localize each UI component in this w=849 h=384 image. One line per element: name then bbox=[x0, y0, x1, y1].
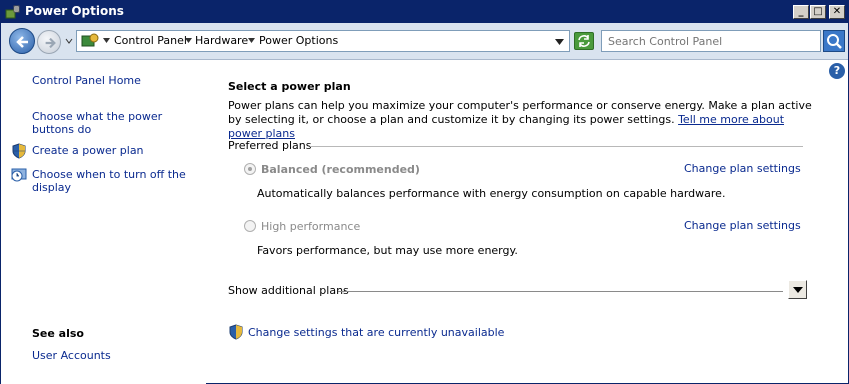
change-plan-settings-link[interactable]: Change plan settings bbox=[684, 162, 801, 175]
power-buttons-link[interactable]: Choose what the power buttons do bbox=[32, 110, 197, 136]
window-title: Power Options bbox=[25, 4, 124, 18]
change-plan-settings-link[interactable]: Change plan settings bbox=[684, 219, 801, 232]
task-pane: Control Panel Home Choose what the power… bbox=[1, 61, 206, 384]
shield-icon bbox=[229, 324, 243, 340]
high-performance-plan-description: Favors performance, but may use more ene… bbox=[257, 244, 518, 257]
control-panel-home-link[interactable]: Control Panel Home bbox=[32, 74, 197, 87]
show-additional-plans-label[interactable]: Show additional plans bbox=[228, 284, 349, 297]
high-performance-plan-name: High performance bbox=[261, 220, 361, 233]
address-dropdown-icon[interactable] bbox=[555, 38, 564, 46]
control-panel-icon bbox=[81, 33, 99, 47]
breadcrumb-arrow-icon[interactable] bbox=[248, 37, 255, 44]
breadcrumb-hardware[interactable]: Hardware bbox=[195, 34, 248, 47]
create-power-plan-link[interactable]: Create a power plan bbox=[32, 144, 197, 157]
close-button[interactable]: ✕ bbox=[829, 5, 845, 19]
recent-pages-dropdown-icon[interactable] bbox=[64, 36, 74, 46]
balanced-plan-description: Automatically balances performance with … bbox=[257, 187, 726, 200]
shield-icon bbox=[12, 143, 26, 159]
arrow-left-icon bbox=[16, 36, 28, 48]
see-also-heading: See also bbox=[32, 327, 84, 340]
address-field[interactable]: Control Panel Hardware Power Options bbox=[76, 30, 570, 52]
change-unavailable-settings-link[interactable]: Change settings that are currently unava… bbox=[248, 326, 504, 339]
maximize-button[interactable]: □ bbox=[810, 5, 826, 19]
power-options-icon bbox=[5, 5, 20, 19]
refresh-icon bbox=[578, 35, 590, 47]
breadcrumb-power-options[interactable]: Power Options bbox=[259, 34, 338, 47]
breadcrumb-arrow-icon[interactable] bbox=[103, 37, 110, 44]
expand-additional-plans-button[interactable] bbox=[788, 280, 807, 299]
minimize-button[interactable]: _ bbox=[793, 5, 809, 19]
clock-display-icon bbox=[11, 168, 27, 182]
balanced-radio[interactable] bbox=[244, 163, 256, 175]
search-button[interactable] bbox=[823, 30, 845, 52]
preferred-plans-label: Preferred plans bbox=[228, 139, 312, 152]
turn-off-display-link[interactable]: Choose when to turn off the display bbox=[32, 168, 197, 194]
high-performance-radio[interactable] bbox=[244, 220, 256, 232]
breadcrumb-control-panel[interactable]: Control Panel bbox=[114, 34, 187, 47]
group-divider bbox=[310, 146, 803, 147]
title-bar: Power Options _ □ ✕ bbox=[1, 1, 848, 23]
help-icon[interactable]: ? bbox=[829, 63, 845, 79]
search-field[interactable] bbox=[601, 30, 821, 52]
search-input[interactable] bbox=[602, 31, 820, 51]
page-title: Select a power plan bbox=[228, 80, 351, 93]
chevron-down-icon bbox=[793, 287, 803, 293]
forward-button[interactable] bbox=[37, 30, 61, 54]
user-accounts-link[interactable]: User Accounts bbox=[32, 349, 197, 362]
address-bar: Control Panel Hardware Power Options bbox=[1, 23, 848, 60]
additional-plans-divider bbox=[338, 291, 783, 292]
back-button[interactable] bbox=[9, 28, 35, 54]
refresh-button[interactable] bbox=[574, 32, 594, 50]
power-options-window: Power Options _ □ ✕ Control Panel Hardwa… bbox=[0, 0, 849, 384]
balanced-plan-name: Balanced (recommended) bbox=[261, 163, 420, 176]
intro-text: Power plans can help you maximize your c… bbox=[228, 99, 813, 141]
arrow-right-icon bbox=[45, 37, 56, 49]
search-icon bbox=[827, 34, 842, 49]
breadcrumb-arrow-icon[interactable] bbox=[185, 37, 192, 44]
